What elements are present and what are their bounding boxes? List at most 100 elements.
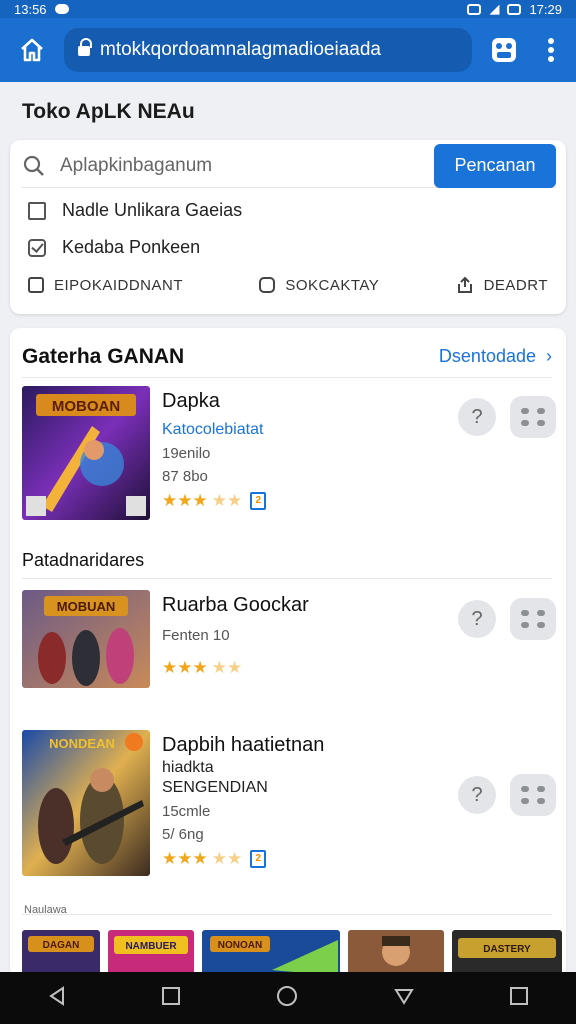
info-button[interactable]: ? xyxy=(458,398,496,436)
search-actions: EIPOKAIDDNANT SOKCAKTAY DEADRT xyxy=(28,276,548,294)
app-meta: 5/ 6ng xyxy=(162,826,204,843)
message-icon xyxy=(259,277,276,293)
back-button[interactable] xyxy=(47,985,67,1012)
app-name: Ruarba Goockar xyxy=(162,594,309,616)
game-cover-image: MOBOAN xyxy=(22,386,150,520)
action-button-1[interactable]: EIPOKAIDDNANT xyxy=(28,276,183,294)
game-cover-image: MOBUAN xyxy=(22,590,150,688)
strip-thumbnail[interactable]: NONOAN xyxy=(202,930,340,976)
checkbox[interactable] xyxy=(28,201,46,220)
cover-title: NONDEAN xyxy=(49,736,115,751)
divider xyxy=(22,578,552,579)
action-button-2[interactable]: SOKCAKTAY xyxy=(259,276,379,294)
age-rating-icon: 2 xyxy=(250,850,267,868)
system-navigation-bar xyxy=(0,972,576,1024)
filter-label: Nadle Unlikara Gaeias xyxy=(62,200,243,220)
url-field[interactable]: mtokkqordoamnalagmadioeiaada xyxy=(64,28,472,72)
age-rating-icon: 2 xyxy=(250,492,267,510)
recents-button-left[interactable] xyxy=(161,986,181,1011)
rating-stars: ★★★ ★★ 2 xyxy=(162,849,324,869)
info-icon xyxy=(28,277,44,293)
app-list-item[interactable]: MOBUAN Ruarba Goockar Fenten 10 ★★★ ★★ ? xyxy=(22,590,556,688)
app-name: Dapbih haatietnan xyxy=(162,734,325,756)
action-button-3[interactable]: DEADRT xyxy=(456,276,548,294)
app-meta: 19enilo xyxy=(162,445,211,462)
see-more-link[interactable]: Dsentodade › xyxy=(439,346,552,367)
home-icon xyxy=(21,38,43,62)
strip-title: DAGAN xyxy=(43,940,80,951)
app-list-item[interactable]: NONDEAN Dapbih haatietnan hiadkta SENGEN… xyxy=(22,730,556,876)
strip-title: NONOAN xyxy=(218,940,262,951)
question-icon: ? xyxy=(471,783,483,806)
browser-toolbar: mtokkqordoamnalagmadioeiaada xyxy=(0,18,576,82)
app-thumbnail[interactable]: NONDEAN xyxy=(22,730,150,876)
home-nav-button[interactable] xyxy=(275,984,299,1013)
page-title: Toko ApLK NEAu xyxy=(22,100,195,123)
checkbox-checked[interactable] xyxy=(28,238,46,257)
search-input[interactable] xyxy=(60,154,420,177)
app-list-item[interactable]: MOBOAN Dapka Katocolebiatat 19enilo 87 8… xyxy=(22,386,556,520)
app-name: Dapka xyxy=(162,390,220,412)
search-row: Pencanan xyxy=(22,143,556,188)
search-card: Pencanan Nadle Unlikara Gaeias Kedaba Po… xyxy=(10,140,566,314)
strip-thumbnail[interactable] xyxy=(348,930,444,976)
section-title: Gaterha GANAN xyxy=(22,344,185,368)
overflow-menu-button[interactable] xyxy=(536,28,566,72)
notification-icon xyxy=(54,4,69,14)
search-button[interactable]: Pencanan xyxy=(434,143,556,188)
app-meta: hiadkta xyxy=(162,759,214,776)
app-info: Dapka Katocolebiatat 19enilo 87 8bo ★★★ ★… xyxy=(162,390,267,511)
signal-icon: ◢ xyxy=(489,1,500,16)
down-button[interactable] xyxy=(393,986,415,1011)
action-label: DEADRT xyxy=(483,276,548,294)
home-button[interactable] xyxy=(10,28,54,72)
app-thumbnail-strip: DAGAN NAMBUER NONOAN DASTERY xyxy=(22,930,566,976)
app-meta: Fenten 10 xyxy=(162,627,230,644)
recents-button[interactable] xyxy=(509,986,529,1011)
app-thumbnail[interactable]: MOBOAN xyxy=(22,386,150,520)
url-text: mtokkqordoamnalagmadioeiaada xyxy=(100,39,381,60)
subsection-title: Patadnaridares xyxy=(22,550,145,570)
cover-title: MOBUAN xyxy=(57,599,116,614)
tab-switcher-icon xyxy=(492,38,516,62)
info-button[interactable]: ? xyxy=(458,776,496,814)
status-time: 13:56 xyxy=(14,1,47,17)
app-meta: 87 8bo xyxy=(162,468,208,485)
app-thumbnail[interactable]: MOBUAN xyxy=(22,590,150,688)
circle-icon xyxy=(277,985,297,1006)
strip-thumbnail[interactable]: DAGAN xyxy=(22,930,100,976)
app-info: Dapbih haatietnan hiadkta SENGENDIAN 15c… xyxy=(162,734,324,869)
square-icon xyxy=(510,986,528,1005)
tabs-button[interactable] xyxy=(482,28,526,72)
filter-option-1[interactable]: Nadle Unlikara Gaeias xyxy=(28,200,242,221)
status-clock: 17:29 xyxy=(529,1,562,17)
action-label: SOKCAKTAY xyxy=(285,276,380,294)
battery-icon xyxy=(507,3,522,15)
game-cover-image: NONDEAN xyxy=(22,730,150,876)
game-cover-image: NONOAN xyxy=(202,930,340,976)
game-cover-image: NAMBUER xyxy=(108,930,194,976)
strip-label: Naulawa xyxy=(24,904,67,916)
question-icon: ? xyxy=(471,405,483,428)
rating-stars: ★★★ ★★ 2 xyxy=(162,491,267,511)
share-icon xyxy=(457,276,472,293)
options-button[interactable] xyxy=(510,598,556,640)
section-header: Gaterha GANAN Dsentodade › xyxy=(22,342,552,378)
app-developer[interactable]: Katocolebiatat xyxy=(162,421,266,439)
status-bar: 13:56 ◢ 17:29 xyxy=(0,0,576,18)
see-more-label: Dsentodade xyxy=(438,346,536,366)
alarm-icon xyxy=(467,3,482,15)
filter-option-2[interactable]: Kedaba Ponkeen xyxy=(28,237,200,258)
game-cover-image xyxy=(348,930,444,976)
info-button[interactable]: ? xyxy=(458,600,496,638)
divider xyxy=(22,914,552,915)
options-button[interactable] xyxy=(510,774,556,816)
question-icon: ? xyxy=(471,607,483,630)
strip-thumbnail[interactable]: DASTERY xyxy=(452,930,562,976)
cover-title: MOBOAN xyxy=(52,398,120,415)
rating-stars: ★★★ ★★ xyxy=(162,658,243,677)
triangle-down-icon xyxy=(394,988,414,1005)
strip-thumbnail[interactable]: NAMBUER xyxy=(108,930,194,976)
options-button[interactable] xyxy=(510,396,556,438)
back-icon xyxy=(49,985,64,1006)
